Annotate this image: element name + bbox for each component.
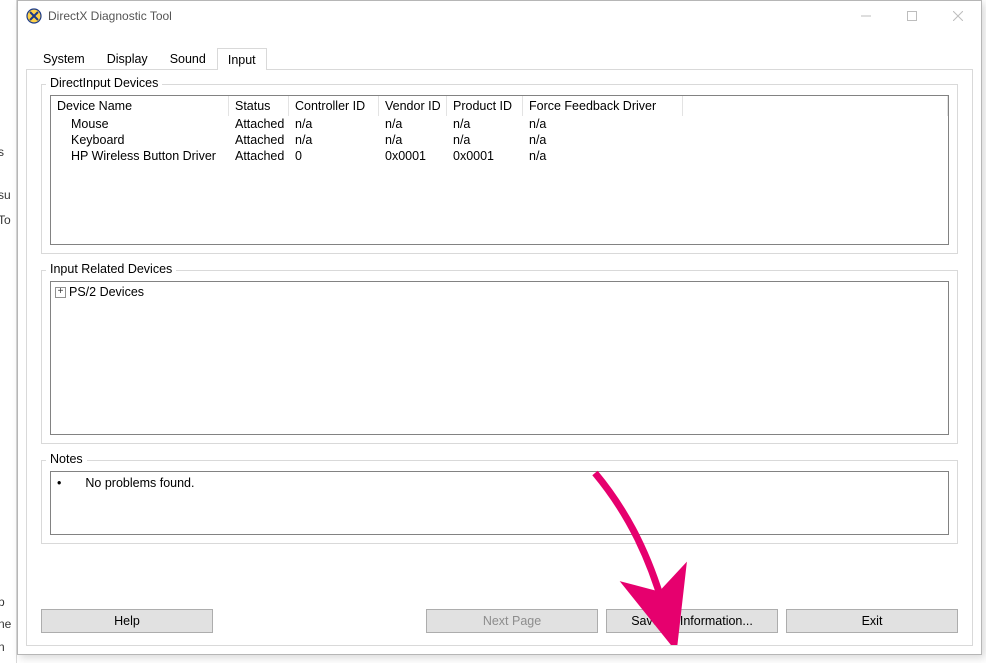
table-row[interactable]: HP Wireless Button Driver Attached 0 0x0… xyxy=(51,148,948,164)
col-vendor-id[interactable]: Vendor ID xyxy=(379,96,447,116)
tab-strip: System Display Sound Input xyxy=(32,46,973,70)
col-device-name[interactable]: Device Name xyxy=(51,96,229,116)
minimize-button[interactable] xyxy=(843,1,889,31)
tree-node-ps2[interactable]: + PS/2 Devices xyxy=(55,285,944,299)
next-page-button: Next Page xyxy=(426,609,598,633)
client-area: System Display Sound Input DirectInput D… xyxy=(26,46,973,646)
notes-view: •No problems found. xyxy=(50,471,949,535)
close-button[interactable] xyxy=(935,1,981,31)
col-ff-driver[interactable]: Force Feedback Driver xyxy=(523,96,683,116)
maximize-button[interactable] xyxy=(889,1,935,31)
tab-page-input: DirectInput Devices Device Name Status C… xyxy=(26,69,973,646)
tab-input[interactable]: Input xyxy=(217,48,267,70)
groupbox-legend: Notes xyxy=(46,452,87,466)
groupbox-legend: DirectInput Devices xyxy=(46,76,162,90)
tab-system[interactable]: System xyxy=(32,47,96,70)
save-all-information-button[interactable]: Save All Information... xyxy=(606,609,778,633)
groupbox-directinput: DirectInput Devices Device Name Status C… xyxy=(41,84,958,254)
titlebar: DirectX Diagnostic Tool xyxy=(18,1,981,31)
dxdiag-window: DirectX Diagnostic Tool System Display S… xyxy=(17,0,982,655)
groupbox-legend: Input Related Devices xyxy=(46,262,176,276)
related-treeview[interactable]: + PS/2 Devices xyxy=(50,281,949,435)
tree-expand-icon[interactable]: + xyxy=(55,287,66,298)
table-row[interactable]: Keyboard Attached n/a n/a n/a n/a xyxy=(51,132,948,148)
listview-header: Device Name Status Controller ID Vendor … xyxy=(51,96,948,116)
window-title: DirectX Diagnostic Tool xyxy=(48,9,172,23)
notes-text: No problems found. xyxy=(61,476,194,490)
obscured-left-window: s su To p ne n xyxy=(0,0,17,663)
window-controls xyxy=(843,1,981,31)
app-icon xyxy=(26,8,42,24)
tree-node-label: PS/2 Devices xyxy=(69,285,144,299)
help-button[interactable]: Help xyxy=(41,609,213,633)
button-row: Help Next Page Save All Information... E… xyxy=(41,609,958,633)
table-row[interactable]: Mouse Attached n/a n/a n/a n/a xyxy=(51,116,948,132)
tab-display[interactable]: Display xyxy=(96,47,159,70)
directinput-listview[interactable]: Device Name Status Controller ID Vendor … xyxy=(50,95,949,245)
col-status[interactable]: Status xyxy=(229,96,289,116)
exit-button[interactable]: Exit xyxy=(786,609,958,633)
col-product-id[interactable]: Product ID xyxy=(447,96,523,116)
groupbox-related: Input Related Devices + PS/2 Devices xyxy=(41,270,958,444)
col-controller-id[interactable]: Controller ID xyxy=(289,96,379,116)
notes-bullet: •No problems found. xyxy=(57,476,942,490)
tab-sound[interactable]: Sound xyxy=(159,47,217,70)
groupbox-notes: Notes •No problems found. xyxy=(41,460,958,544)
